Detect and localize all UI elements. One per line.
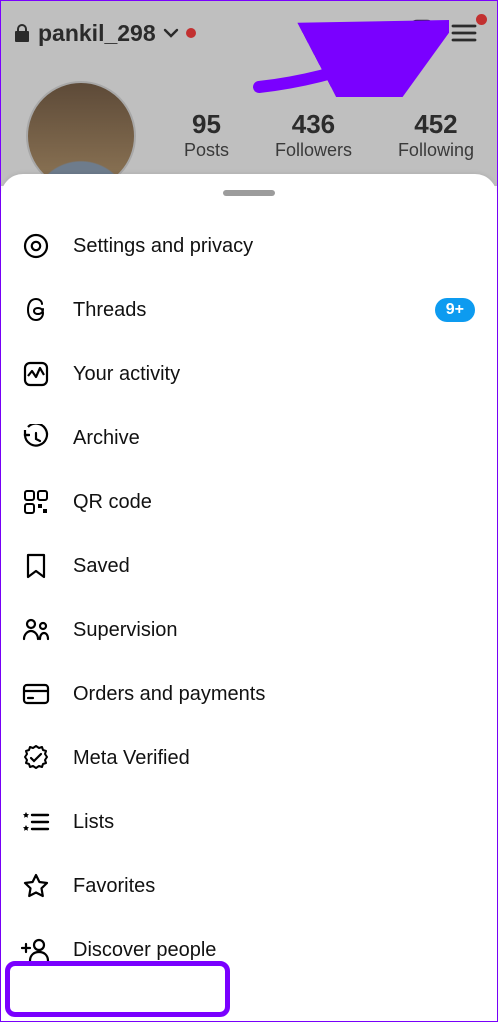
menu-item-discover[interactable]: Discover people (1, 918, 497, 982)
bookmark-icon (21, 551, 51, 581)
menu-item-label: Saved (73, 555, 475, 578)
menu-item-threads[interactable]: Threads 9+ (1, 278, 497, 342)
stat-following[interactable]: 452 Following (398, 109, 474, 161)
instagram-profile-screen: pankil_298 95 Posts 436 (0, 0, 498, 1022)
notification-dot-icon (476, 14, 487, 25)
menu-item-verified[interactable]: Meta Verified (1, 726, 497, 790)
activity-icon (21, 359, 51, 389)
supervision-icon (21, 615, 51, 645)
menu-item-lists[interactable]: Lists (1, 790, 497, 854)
menu-item-archive[interactable]: Archive (1, 406, 497, 470)
sheet-grabber[interactable] (223, 190, 275, 196)
threads-badge: 9+ (435, 298, 475, 322)
lock-icon (13, 22, 32, 44)
discover-people-icon (21, 935, 51, 965)
menu-item-label: Favorites (73, 875, 475, 898)
menu-item-label: Settings and privacy (73, 235, 475, 258)
menu-item-label: Supervision (73, 619, 475, 642)
verified-icon (21, 743, 51, 773)
menu-bottom-sheet: Settings and privacy Threads 9+ Your act… (1, 174, 497, 1021)
stat-followers[interactable]: 436 Followers (275, 109, 352, 161)
hamburger-icon (449, 18, 479, 48)
username-switcher[interactable]: pankil_298 (13, 20, 196, 47)
menu-item-qr[interactable]: QR code (1, 470, 497, 534)
menu-item-label: Archive (73, 427, 475, 450)
menu-item-orders[interactable]: Orders and payments (1, 662, 497, 726)
menu-item-settings[interactable]: Settings and privacy (1, 214, 497, 278)
stat-posts[interactable]: 95 Posts (184, 109, 229, 161)
menu-item-favorites[interactable]: Favorites (1, 854, 497, 918)
menu-item-label: QR code (73, 491, 475, 514)
profile-header-dimmed: pankil_298 95 Posts 436 (1, 1, 497, 186)
plus-square-icon (407, 18, 437, 48)
qr-icon (21, 487, 51, 517)
create-post-button[interactable] (401, 12, 443, 54)
menu-item-label: Discover people (73, 939, 475, 962)
menu-item-supervision[interactable]: Supervision (1, 598, 497, 662)
menu-item-label: Threads (73, 299, 413, 322)
menu-item-label: Lists (73, 811, 475, 834)
chevron-down-icon (162, 24, 180, 42)
hamburger-menu-button[interactable] (443, 12, 485, 54)
lists-icon (21, 807, 51, 837)
menu-item-saved[interactable]: Saved (1, 534, 497, 598)
menu-item-label: Orders and payments (73, 683, 475, 706)
threads-icon (21, 295, 51, 325)
menu-item-activity[interactable]: Your activity (1, 342, 497, 406)
menu-list: Settings and privacy Threads 9+ Your act… (1, 214, 497, 982)
gear-icon (21, 231, 51, 261)
username-text: pankil_298 (38, 20, 156, 47)
menu-item-label: Your activity (73, 363, 475, 386)
star-icon (21, 871, 51, 901)
notification-dot-icon (186, 28, 196, 38)
menu-item-label: Meta Verified (73, 747, 475, 770)
card-icon (21, 679, 51, 709)
archive-icon (21, 423, 51, 453)
